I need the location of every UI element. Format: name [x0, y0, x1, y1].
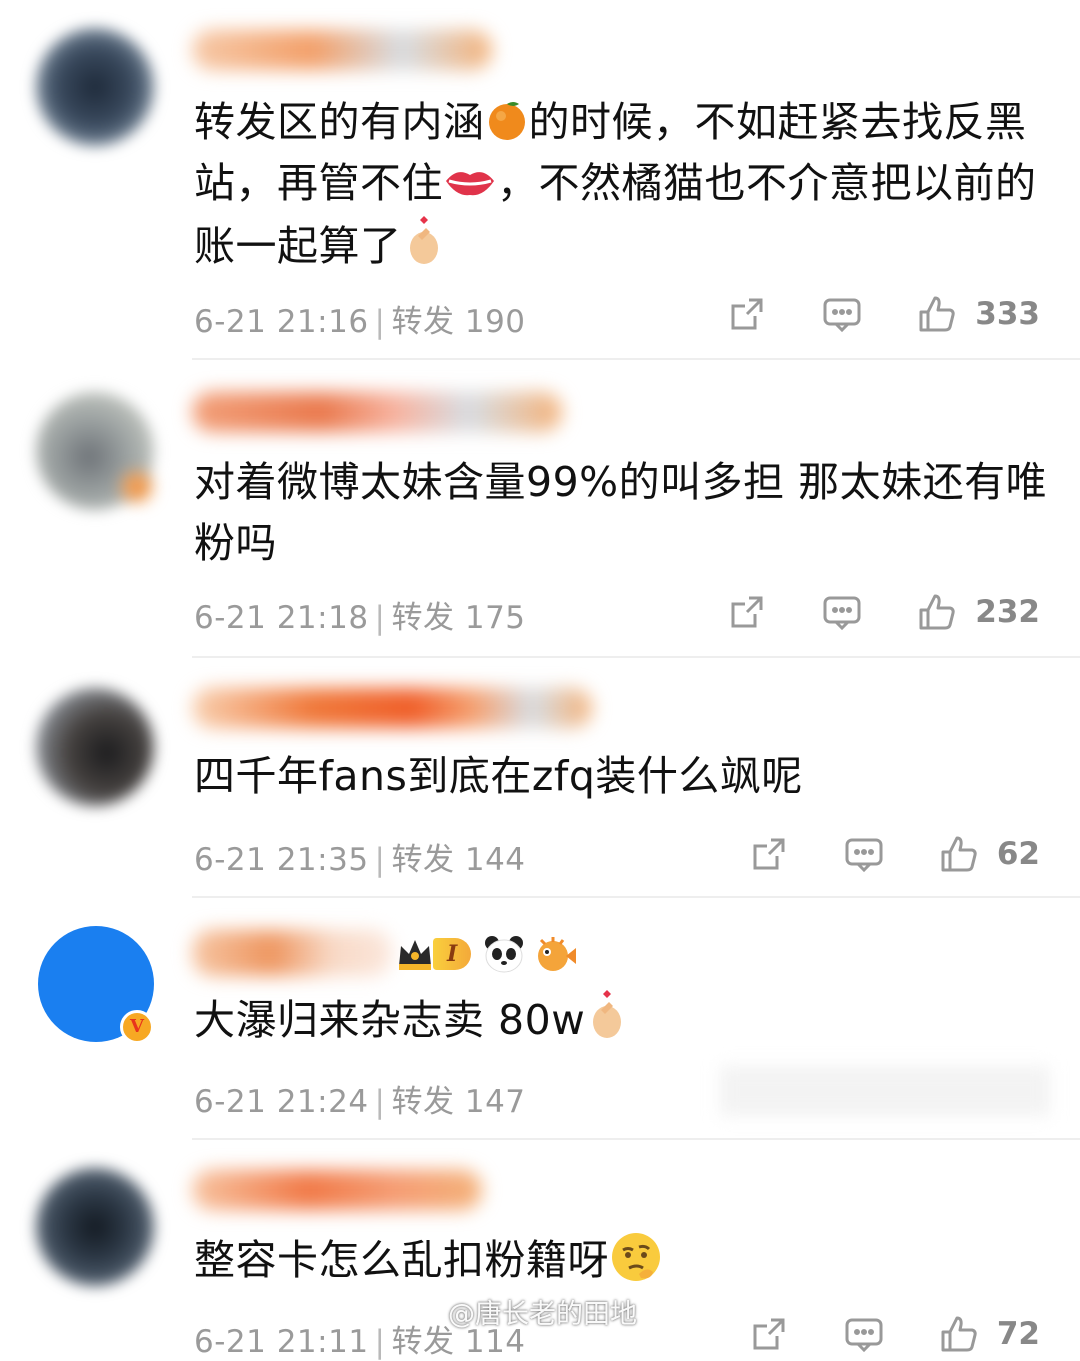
pufferfish-icon: [533, 934, 577, 974]
comment-text: 整容卡怎么乱扣粉籍呀: [194, 1230, 1054, 1291]
comment-meta: 6-21 21:35 | 转发 144: [194, 834, 526, 879]
separator: |: [374, 1324, 386, 1360]
avatar[interactable]: [36, 1168, 154, 1286]
username-blurred[interactable]: [192, 930, 392, 976]
comment-actions: 72: [749, 1312, 1040, 1356]
comment-actions: 232: [727, 590, 1040, 634]
username-blurred[interactable]: [192, 1170, 482, 1210]
timestamp: 6-21 21:35: [194, 842, 369, 878]
share-icon[interactable]: [727, 592, 767, 632]
thumbs-up-icon[interactable]: [939, 1314, 979, 1354]
badge-row: I: [395, 934, 577, 974]
verified-badge: V: [120, 1010, 154, 1044]
divider: [192, 656, 1080, 658]
comment-meta: 6-21 21:16 | 转发 190: [194, 296, 526, 341]
comment-text: 四千年fans到底在zfq装什么飒呢: [194, 752, 803, 800]
thinking-face-emoji-icon: [609, 1230, 663, 1284]
like-count: 333: [975, 296, 1040, 332]
finger-heart-emoji-icon: [402, 214, 446, 264]
thumbs-up-icon[interactable]: [939, 834, 979, 874]
share-icon[interactable]: [749, 834, 789, 874]
repost-label[interactable]: 转发: [392, 600, 455, 636]
share-icon[interactable]: [749, 1314, 789, 1354]
separator: |: [374, 304, 386, 340]
avatar[interactable]: [36, 28, 154, 146]
username-blurred[interactable]: [192, 30, 492, 70]
username-blurred[interactable]: [192, 688, 592, 728]
timestamp: 6-21 21:18: [194, 600, 369, 636]
thumbs-up-icon[interactable]: [917, 294, 957, 334]
divider: [192, 358, 1080, 360]
separator: |: [374, 1084, 386, 1120]
finger-heart-emoji-icon: [585, 988, 629, 1038]
thumbs-up-icon[interactable]: [917, 592, 957, 632]
comment-meta: 6-21 21:24 | 转发 147: [194, 1076, 526, 1121]
timestamp: 6-21 21:11: [194, 1324, 369, 1360]
repost-count[interactable]: 175: [465, 600, 526, 636]
repost-label[interactable]: 转发: [392, 304, 455, 340]
repost-count[interactable]: 144: [465, 842, 526, 878]
repost-label[interactable]: 转发: [392, 1324, 455, 1360]
comment-text: 大瀑归来杂志卖 80w: [194, 988, 1054, 1051]
crown-icon: [395, 936, 435, 972]
lips-emoji-icon: [443, 159, 497, 203]
username-blurred[interactable]: [192, 392, 562, 432]
comment-text: 转发区的有内涵 的时候，不如赶紧去找反黑站，再管不住 ，不然橘猫也不介意把以前的账一…: [194, 98, 1037, 270]
like-count: 72: [996, 1316, 1040, 1352]
comment-bubble-icon[interactable]: [822, 294, 862, 334]
repost-count[interactable]: 190: [465, 304, 526, 340]
comment-bubble-icon[interactable]: [844, 1314, 884, 1354]
actions-blurred: [720, 1066, 1050, 1116]
separator: |: [374, 600, 386, 636]
repost-label[interactable]: 转发: [392, 1084, 455, 1120]
separator: |: [374, 842, 386, 878]
avatar-badge-blurred: [122, 472, 152, 502]
divider: [192, 1138, 1080, 1140]
timestamp: 6-21 21:16: [194, 304, 369, 340]
repost-label[interactable]: 转发: [392, 842, 455, 878]
comment-text: 对着微博太妹含量99%的叫多担 那太妹还有唯粉吗: [194, 458, 1048, 567]
level-badge: I: [433, 938, 472, 970]
comment-bubble-icon[interactable]: [822, 592, 862, 632]
share-icon[interactable]: [727, 294, 767, 334]
comment-meta: 6-21 21:18 | 转发 175: [194, 592, 526, 637]
timestamp: 6-21 21:24: [194, 1084, 369, 1120]
orange-emoji-icon: [485, 98, 529, 142]
panda-icon: [483, 934, 525, 974]
comment-bubble-icon[interactable]: [844, 834, 884, 874]
like-count: 232: [975, 594, 1040, 630]
divider: [192, 896, 1080, 898]
avatar[interactable]: [36, 688, 154, 806]
like-count: 62: [996, 836, 1040, 872]
comment-actions: 333: [727, 292, 1040, 336]
repost-count[interactable]: 147: [465, 1084, 526, 1120]
comment-actions: 62: [749, 832, 1040, 876]
watermark: @唐长老的田地: [448, 1299, 637, 1330]
